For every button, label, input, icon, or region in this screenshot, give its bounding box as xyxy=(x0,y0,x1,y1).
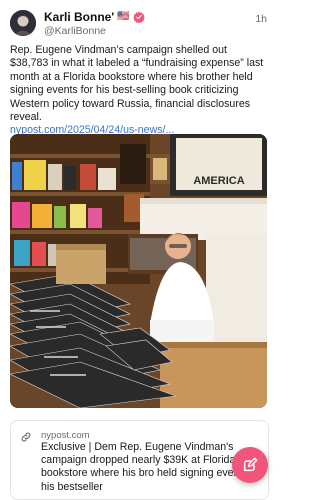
avatar[interactable] xyxy=(10,10,36,36)
compose-icon xyxy=(243,457,258,472)
post-image[interactable]: AMERICA xyxy=(10,134,267,408)
link-icon xyxy=(21,432,31,442)
author-handle[interactable]: @KarliBonne xyxy=(44,25,106,37)
sign-text: AMERICA xyxy=(193,175,244,187)
post-body: Rep. Eugene Vindman’s campaign shelled o… xyxy=(10,44,268,138)
verified-badge-icon xyxy=(132,11,145,23)
compose-button[interactable] xyxy=(232,447,268,483)
link-card-title[interactable]: Exclusive | Dem Rep. Eugene Vindman's ca… xyxy=(41,441,263,494)
author-row: Karli Bonne' 🇺🇸 xyxy=(44,9,145,25)
flag-icon: 🇺🇸 xyxy=(117,11,130,22)
link-card-domain: nypost.com xyxy=(41,430,90,441)
author-name[interactable]: Karli Bonne' xyxy=(44,10,114,24)
post-time: 1h xyxy=(255,13,267,25)
post-text: Rep. Eugene Vindman’s campaign shelled o… xyxy=(10,44,264,124)
link-card[interactable]: nypost.com Exclusive | Dem Rep. Eugene V… xyxy=(10,420,269,500)
post: Karli Bonne' 🇺🇸 @KarliBonne 1h Rep. Euge… xyxy=(0,0,277,500)
